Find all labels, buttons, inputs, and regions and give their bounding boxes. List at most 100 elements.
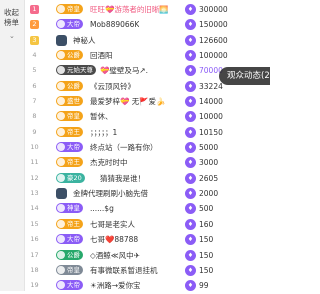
contribution-amount: 150000 <box>199 20 228 30</box>
user-name[interactable]: Mob889066K <box>90 19 139 30</box>
level-badge-label: 豪20 <box>67 173 82 182</box>
rank-number: 1 <box>30 5 39 14</box>
user-name[interactable]: ☀洲路→爱你宝 <box>90 280 141 291</box>
audience-activity-button[interactable]: 观众动态(2 <box>219 67 270 85</box>
user-name[interactable]: 七哥❤️88788 <box>90 234 138 245</box>
level-icon <box>57 235 65 244</box>
level-badge: 帝皇 <box>56 111 83 122</box>
user-name[interactable]: 杰克时时中 <box>90 157 128 168</box>
contribution-amount: 3000 <box>199 158 219 168</box>
level-badge: 豪20 <box>56 172 85 183</box>
rank-number: 2 <box>30 20 39 30</box>
rank-number: 14 <box>30 204 39 213</box>
contribution-amount: 126600 <box>199 35 228 45</box>
leaderboard-row[interactable]: 7 盛世 最爱梦梓💝 无🚩爱🍌 ♦ 14000 <box>28 94 270 109</box>
user-name[interactable]: 金牌代理刷刷小脑先借 <box>73 188 148 199</box>
contribution-amount: 5000 <box>199 143 219 153</box>
violet-coin-icon: ♦ <box>185 65 196 77</box>
leaderboard-row[interactable]: 14 神皇 ......$g ♦ 500 <box>28 201 270 216</box>
rank-number: 18 <box>30 265 39 274</box>
violet-coin-icon: ♦ <box>185 218 196 230</box>
user-name[interactable]: 旺旺💝游荡者的旧晰🌅 <box>90 4 169 15</box>
leaderboard-row[interactable]: 15 帝王 七哥是老实人 ♦ 160 <box>28 217 270 232</box>
leaderboard-row[interactable]: 3 神秘人 ♦ 126600 <box>28 33 270 48</box>
leaderboard-row[interactable]: 18 帝皇 有事微联系暂退挂机 ♦ 150 <box>28 263 270 278</box>
collapse-leaderboard-tab[interactable]: 收起榜单 ⌄ <box>0 0 25 291</box>
level-icon <box>57 51 65 60</box>
leaderboard-row[interactable]: 4 公爵 回酒阳 ♦ 100000 <box>28 48 270 63</box>
user-name[interactable]: ；；；；；1 <box>90 127 117 138</box>
leaderboard-row[interactable]: 12 豪20 猜猜我是谁！ ♦ 2605 <box>28 171 270 186</box>
level-badge-label: 公爵 <box>67 51 80 60</box>
level-badge-label: 帝王 <box>67 158 80 167</box>
rank-number: 10 <box>30 143 39 152</box>
user-name[interactable]: 最爱梦梓💝 无🚩爱🍌 <box>90 96 165 107</box>
user-name[interactable]: ◇酒鲸≪风中✈ <box>90 250 140 261</box>
user-name[interactable]: 神秘人 <box>73 35 96 46</box>
user-name[interactable]: 有事微联系暂退挂机 <box>90 265 158 276</box>
leaderboard-row[interactable]: 17 公爵 ◇酒鲸≪风中✈ ♦ 150 <box>28 248 270 263</box>
rank-number: 3 <box>30 35 39 45</box>
leaderboard-row[interactable]: 13 金牌代理刷刷小脑先借 ♦ 2000 <box>28 186 270 201</box>
level-badge: 帝王 <box>56 126 83 137</box>
user-name[interactable]: 💝璧壁及马↗. <box>100 65 148 76</box>
leaderboard-row[interactable]: 16 大帝 七哥❤️88788 ♦ 150 <box>28 232 270 247</box>
contribution-amount: 2000 <box>199 189 219 199</box>
contribution-amount: 14000 <box>199 97 223 107</box>
user-avatar[interactable] <box>56 34 67 46</box>
leaderboard-list: 1 帝皇 旺旺💝游荡者的旧晰🌅 ♦ 300000 2 大帝 Mob889066K ♦ 150000… <box>28 2 270 294</box>
violet-coin-icon: ♦ <box>185 157 196 169</box>
rank-number: 11 <box>30 158 39 167</box>
rank-number: 4 <box>32 51 37 60</box>
level-badge-label: 帝皇 <box>67 112 80 121</box>
violet-coin-icon: ♦ <box>185 249 196 261</box>
user-avatar[interactable] <box>56 188 67 200</box>
contribution-amount: 150 <box>199 265 214 275</box>
leaderboard-row[interactable]: 9 帝王 ；；；；；1 ♦ 10150 <box>28 125 270 140</box>
user-name[interactable]: 终点站（一路有你） <box>90 142 158 153</box>
leaderboard-row[interactable]: 2 大帝 Mob889066K ♦ 150000 <box>28 17 270 32</box>
leaderboard-row[interactable]: 19 大帝 ☀洲路→爱你宝 ♦ 99 <box>28 278 270 293</box>
rank-number: 15 <box>30 219 39 228</box>
user-name[interactable]: 回酒阳 <box>90 50 113 61</box>
violet-coin-icon: ♦ <box>185 126 196 138</box>
level-badge-label: 大帝 <box>67 20 80 29</box>
rank-number: 13 <box>30 189 39 198</box>
contribution-amount: 300000 <box>199 5 228 14</box>
leaderboard-row[interactable]: 1 帝皇 旺旺💝游荡者的旧晰🌅 ♦ 300000 <box>28 2 270 17</box>
level-badge: 帝皇 <box>56 4 83 14</box>
contribution-amount: 10000 <box>199 112 223 122</box>
user-name[interactable]: 暂休、 <box>90 111 113 122</box>
level-badge: 公爵 <box>56 249 83 260</box>
violet-coin-icon: ♦ <box>185 280 196 292</box>
level-badge: 元始天尊 <box>56 65 96 76</box>
level-icon <box>57 66 65 75</box>
level-badge-label: 帝王 <box>67 127 80 136</box>
user-name[interactable]: 《云顶风铃》 <box>90 81 135 92</box>
level-badge-label: 大帝 <box>67 235 80 244</box>
rank-number: 7 <box>32 97 37 106</box>
leaderboard-row[interactable]: 8 帝皇 暂休、 ♦ 10000 <box>28 109 270 124</box>
leaderboard-row[interactable]: 11 帝王 杰克时时中 ♦ 3000 <box>28 155 270 170</box>
chevron-down-icon: ⌄ <box>9 32 15 40</box>
user-name[interactable]: 猜猜我是谁！ <box>100 173 145 184</box>
level-icon <box>57 143 65 152</box>
violet-coin-icon: ♦ <box>185 203 196 215</box>
user-name[interactable]: 七哥是老实人 <box>90 219 135 230</box>
level-badge: 大帝 <box>56 142 83 153</box>
level-badge: 神皇 <box>56 203 83 214</box>
level-icon <box>57 127 65 136</box>
contribution-amount: 100000 <box>199 51 228 61</box>
level-badge: 帝皇 <box>56 264 83 275</box>
level-badge: 帝王 <box>56 218 83 229</box>
level-badge: 盛世 <box>56 96 83 107</box>
leaderboard-row[interactable]: 10 大帝 终点站（一路有你） ♦ 5000 <box>28 140 270 155</box>
contribution-amount: 33224 <box>199 81 223 91</box>
violet-coin-icon: ♦ <box>185 80 196 92</box>
level-badge-label: 公爵 <box>67 81 80 90</box>
user-name[interactable]: ......$g <box>90 203 114 214</box>
level-icon <box>57 219 65 228</box>
contribution-amount: 160 <box>199 219 214 229</box>
level-badge-label: 盛世 <box>67 97 80 106</box>
contribution-amount: 150 <box>199 250 214 260</box>
